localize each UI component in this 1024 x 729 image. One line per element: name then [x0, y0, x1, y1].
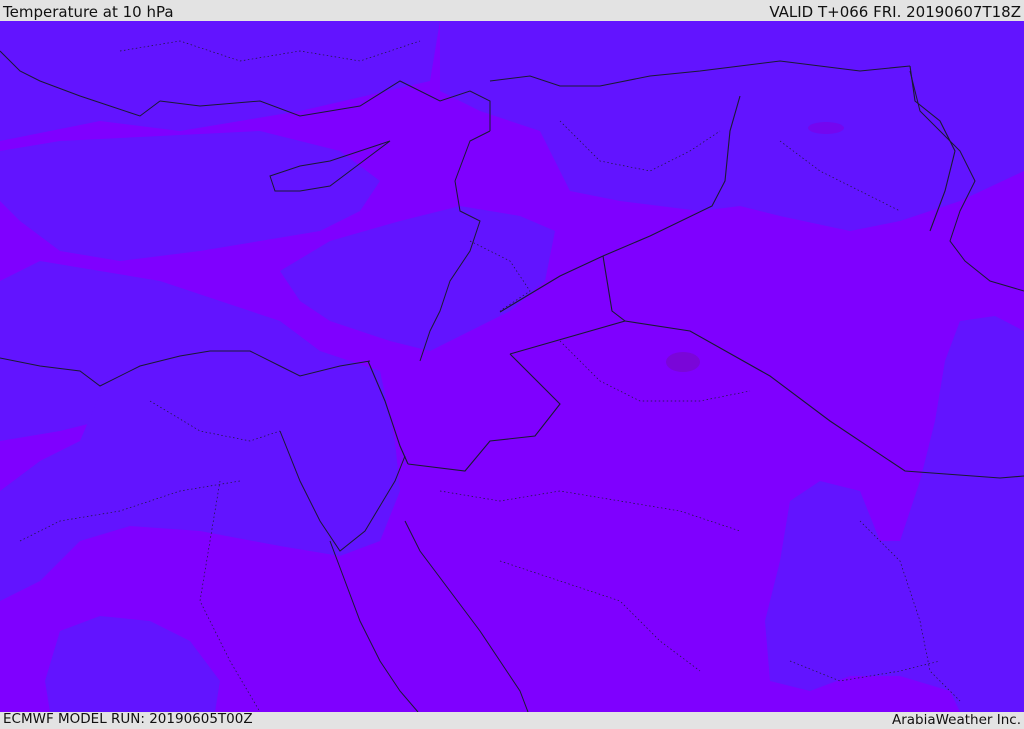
- footer-bar: ECMWF MODEL RUN: 20190605T00Z ArabiaWeat…: [0, 712, 1024, 729]
- warm-spot-northeast: [808, 122, 844, 134]
- warm-spot-iraq: [666, 352, 700, 372]
- valid-time-label: VALID T+066 FRI. 20190607T18Z: [769, 3, 1021, 21]
- weather-map[interactable]: [0, 21, 1024, 712]
- header-bar: Temperature at 10 hPa VALID T+066 FRI. 2…: [0, 0, 1024, 21]
- model-run-label: ECMWF MODEL RUN: 20190605T00Z: [3, 711, 253, 727]
- map-title: Temperature at 10 hPa: [3, 3, 174, 21]
- credit-label: ArabiaWeather Inc.: [891, 712, 1021, 728]
